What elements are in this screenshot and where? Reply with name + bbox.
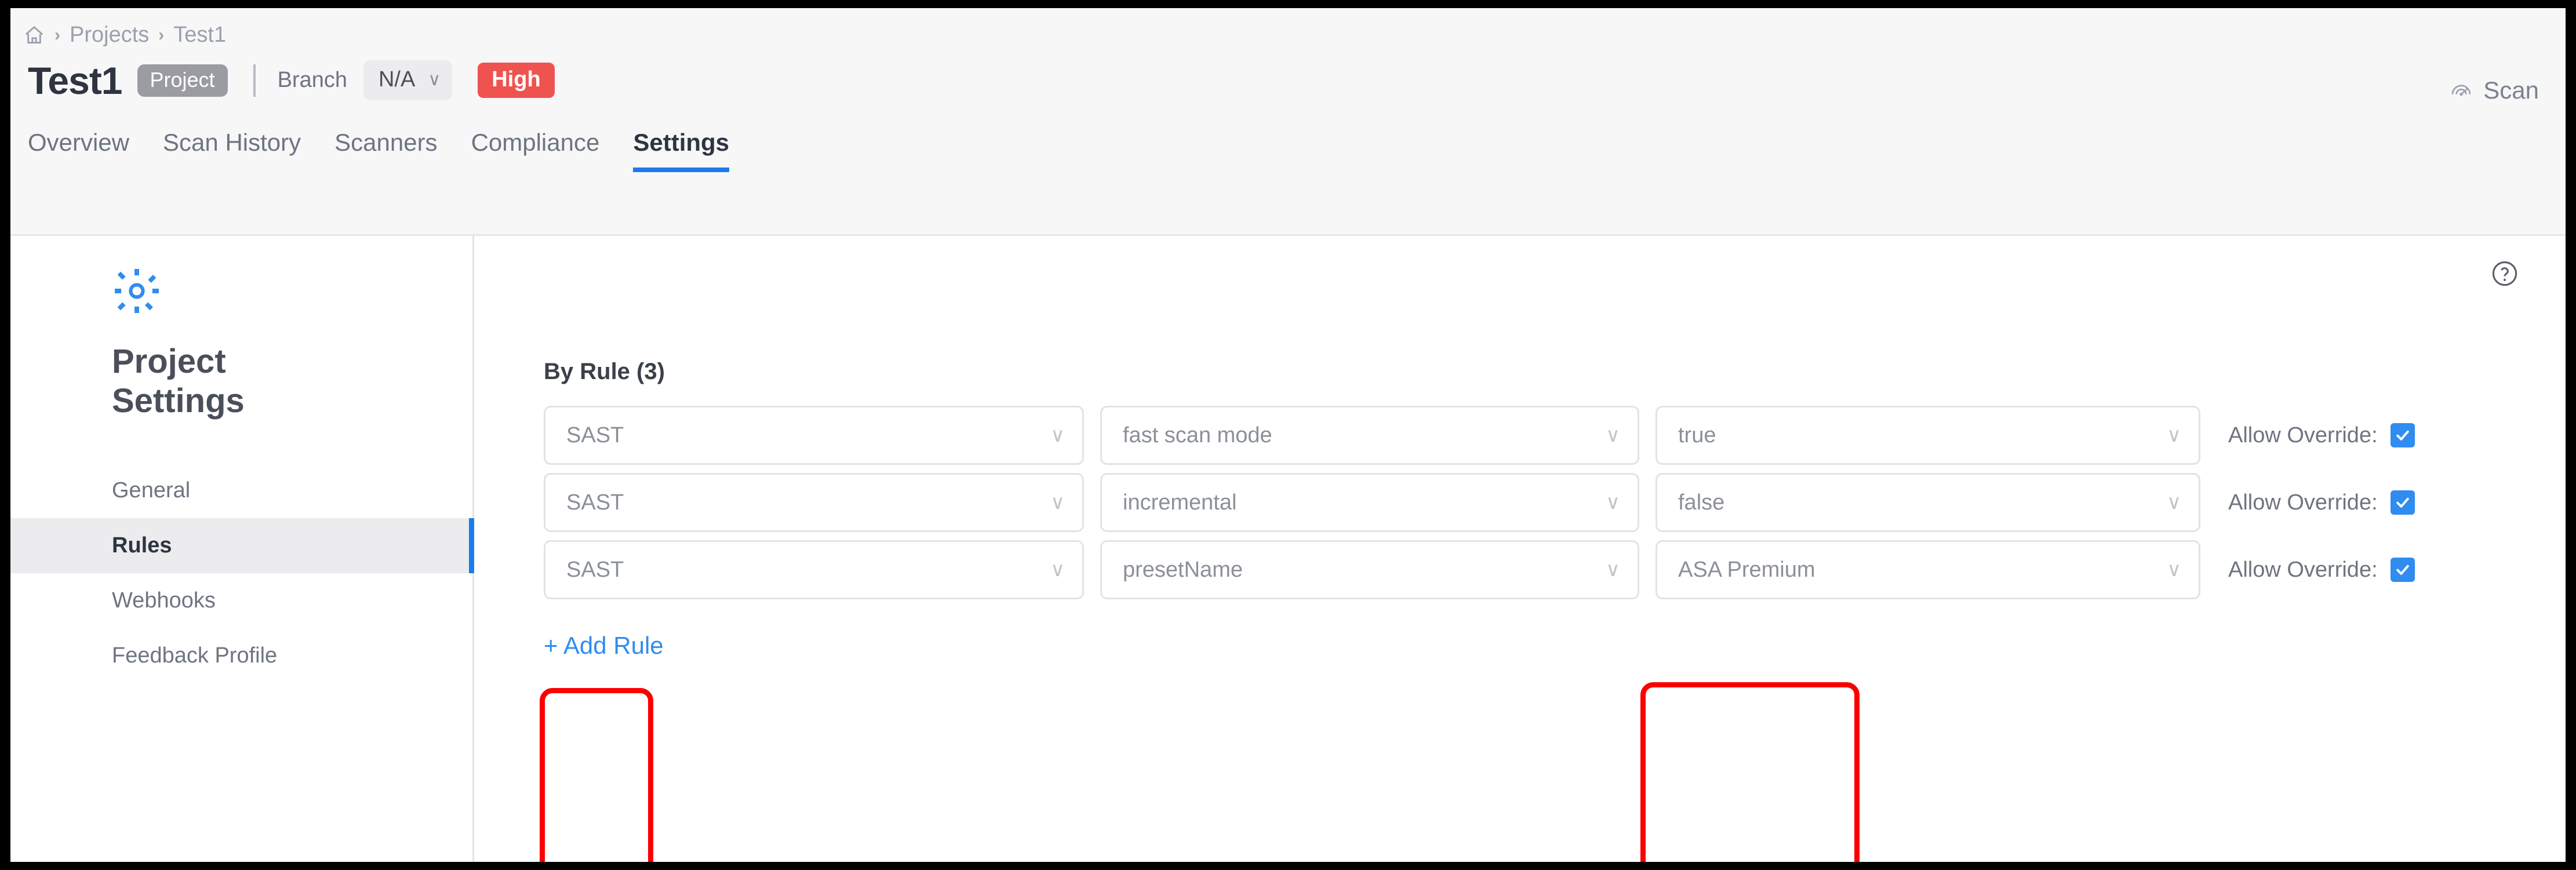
page-header: › Projects › Test1 Test1 Project Branch …: [10, 8, 2566, 236]
scanner-select[interactable]: SAST ∨: [544, 473, 1084, 532]
allow-override-group: Allow Override:: [2228, 423, 2415, 448]
sidebar-item-general[interactable]: General: [10, 463, 472, 518]
check-icon: [2396, 565, 2409, 575]
branch-select[interactable]: N/A ∨: [363, 60, 453, 100]
question-circle-icon[interactable]: [2490, 259, 2519, 291]
scanner-select-value: SAST: [566, 490, 624, 515]
gear-icon: [10, 266, 472, 319]
value-select[interactable]: true ∨: [1656, 406, 2200, 465]
check-icon: [2396, 430, 2409, 441]
sidebar-nav: General Rules Webhooks Feedback Profile: [10, 463, 474, 683]
breadcrumb-item-test1[interactable]: Test1: [173, 23, 226, 48]
rule-row: SAST ∨ presetName ∨ ASA Premium ∨ Allow …: [544, 540, 2566, 599]
sidebar-item-webhooks[interactable]: Webhooks: [10, 573, 472, 628]
value-select-value: ASA Premium: [1678, 557, 1815, 582]
radar-scan-icon: [2451, 85, 2471, 96]
application-window: › Projects › Test1 Test1 Project Branch …: [10, 8, 2566, 862]
chevron-down-icon: ∨: [1606, 559, 1620, 581]
chevron-down-icon: ∨: [1050, 559, 1065, 581]
page-body: Project Settings General Rules Webhooks …: [10, 236, 2566, 862]
value-select[interactable]: ASA Premium ∨: [1656, 540, 2200, 599]
scanner-select-value: SAST: [566, 423, 624, 447]
tab-scan-history[interactable]: Scan History: [163, 130, 301, 172]
parameter-select[interactable]: fast scan mode ∨: [1100, 406, 1639, 465]
value-select[interactable]: false ∨: [1656, 473, 2200, 532]
allow-override-group: Allow Override:: [2228, 558, 2415, 583]
tab-settings[interactable]: Settings: [633, 130, 730, 172]
sidebar-heading-line1: Project: [112, 343, 226, 380]
chevron-down-icon: ∨: [428, 70, 441, 89]
scanner-select-value: SAST: [566, 557, 624, 582]
add-rule-button[interactable]: + Add Rule: [544, 632, 664, 660]
tab-bar: Overview Scan History Scanners Complianc…: [10, 100, 2566, 172]
breadcrumb-separator-2: ›: [158, 25, 165, 45]
tab-overview[interactable]: Overview: [28, 130, 129, 172]
sidebar-item-rules[interactable]: Rules: [10, 518, 474, 573]
branch-select-value: N/A: [378, 67, 416, 92]
parameter-select-value: incremental: [1123, 490, 1237, 515]
home-icon[interactable]: [23, 24, 45, 46]
sidebar-heading: Project Settings: [10, 319, 472, 421]
project-type-chip: Project: [137, 64, 228, 97]
scanner-select[interactable]: SAST ∨: [544, 540, 1084, 599]
allow-override-label: Allow Override:: [2228, 423, 2378, 447]
chevron-down-icon: ∨: [1606, 424, 1620, 446]
chevron-down-icon: ∨: [2167, 559, 2181, 581]
rule-row: SAST ∨ fast scan mode ∨ true ∨ Allow Ove…: [544, 406, 2566, 465]
breadcrumb-item-projects[interactable]: Projects: [70, 23, 149, 48]
breadcrumb: › Projects › Test1: [10, 8, 2566, 48]
sidebar-heading-line2: Settings: [112, 382, 245, 420]
title-divider: [253, 64, 256, 97]
branch-label: Branch: [277, 68, 347, 92]
allow-override-checkbox[interactable]: [2390, 490, 2415, 515]
section-title: By Rule (3): [544, 359, 665, 384]
chevron-down-icon: ∨: [1050, 424, 1065, 446]
parameter-select-value: presetName: [1123, 557, 1243, 582]
value-select-value: true: [1678, 423, 1716, 447]
scanner-select[interactable]: SAST ∨: [544, 406, 1084, 465]
check-icon: [2396, 497, 2409, 508]
settings-sidebar: Project Settings General Rules Webhooks …: [10, 236, 474, 862]
rules-panel: By Rule (3) SAST ∨ fast scan mode ∨ true…: [474, 236, 2566, 862]
tab-scanners[interactable]: Scanners: [334, 130, 437, 172]
allow-override-label: Allow Override:: [2228, 557, 2378, 582]
chevron-down-icon: ∨: [1050, 492, 1065, 514]
tab-compliance[interactable]: Compliance: [471, 130, 600, 172]
page-title: Test1: [28, 59, 123, 102]
chevron-down-icon: ∨: [2167, 424, 2181, 446]
parameter-select[interactable]: incremental ∨: [1100, 473, 1639, 532]
rule-row: SAST ∨ incremental ∨ false ∨ Allow Overr…: [544, 473, 2566, 532]
allow-override-checkbox[interactable]: [2390, 423, 2415, 447]
allow-override-label: Allow Override:: [2228, 490, 2378, 515]
allow-override-group: Allow Override:: [2228, 490, 2415, 515]
allow-override-checkbox[interactable]: [2390, 558, 2415, 582]
severity-badge: High: [478, 63, 555, 98]
sidebar-item-feedback-profile[interactable]: Feedback Profile: [10, 628, 472, 683]
chevron-down-icon: ∨: [1606, 492, 1620, 514]
chevron-down-icon: ∨: [2167, 492, 2181, 514]
title-row: Test1 Project Branch N/A ∨ High: [10, 48, 2566, 100]
breadcrumb-separator-1: ›: [54, 25, 60, 45]
value-select-value: false: [1678, 490, 1725, 515]
parameter-select-value: fast scan mode: [1123, 423, 1272, 447]
parameter-select[interactable]: presetName ∨: [1100, 540, 1639, 599]
